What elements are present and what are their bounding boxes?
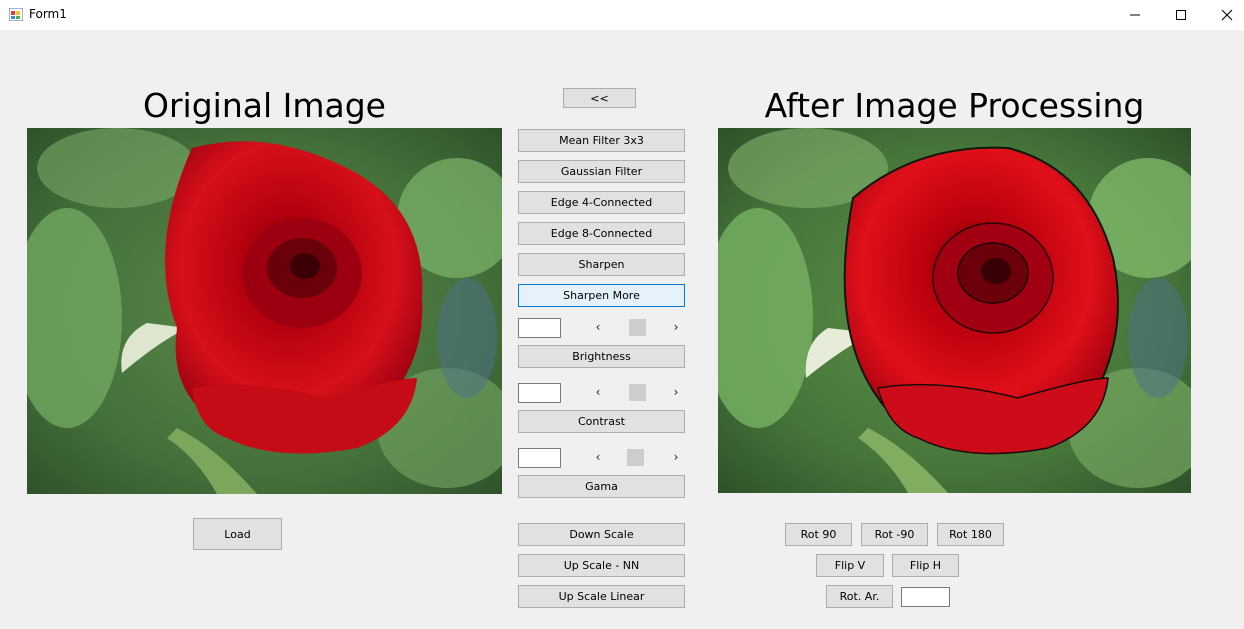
edge-4-connected-button[interactable]: Edge 4-Connected bbox=[518, 191, 685, 214]
rot-180-button[interactable]: Rot 180 bbox=[937, 523, 1004, 546]
rot-90-button[interactable]: Rot 90 bbox=[785, 523, 852, 546]
original-image bbox=[27, 128, 502, 494]
contrast-scrollbar[interactable]: ‹ › bbox=[589, 383, 685, 401]
rot-arbitrary-input[interactable] bbox=[901, 587, 950, 607]
brightness-button[interactable]: Brightness bbox=[518, 345, 685, 368]
brightness-scrollbar[interactable]: ‹ › bbox=[589, 318, 685, 336]
close-icon bbox=[1221, 9, 1233, 21]
scroll-thumb[interactable] bbox=[627, 449, 644, 466]
scroll-right-arrow-icon[interactable]: › bbox=[667, 318, 685, 336]
gaussian-filter-button[interactable]: Gaussian Filter bbox=[518, 160, 685, 183]
scroll-left-arrow-icon[interactable]: ‹ bbox=[589, 448, 607, 466]
up-scale-linear-button[interactable]: Up Scale Linear bbox=[518, 585, 685, 608]
scroll-left-arrow-icon[interactable]: ‹ bbox=[589, 318, 607, 336]
brightness-value-input[interactable] bbox=[518, 318, 561, 338]
contrast-button[interactable]: Contrast bbox=[518, 410, 685, 433]
minimize-button[interactable] bbox=[1112, 0, 1158, 30]
gama-value-input[interactable] bbox=[518, 448, 561, 468]
scroll-thumb[interactable] bbox=[629, 384, 646, 401]
scroll-right-arrow-icon[interactable]: › bbox=[667, 448, 685, 466]
sharpen-button[interactable]: Sharpen bbox=[518, 253, 685, 276]
minimize-icon bbox=[1130, 14, 1140, 16]
gama-scrollbar[interactable]: ‹ › bbox=[589, 448, 685, 466]
sharpen-more-button[interactable]: Sharpen More bbox=[518, 284, 685, 307]
load-button[interactable]: Load bbox=[193, 518, 282, 550]
flip-v-button[interactable]: Flip V bbox=[816, 554, 884, 577]
rot-arbitrary-button[interactable]: Rot. Ar. bbox=[826, 585, 893, 608]
back-button[interactable]: << bbox=[563, 88, 636, 108]
window-title: Form1 bbox=[29, 7, 67, 21]
processed-image-heading: After Image Processing bbox=[764, 86, 1145, 125]
scroll-left-arrow-icon[interactable]: ‹ bbox=[589, 383, 607, 401]
flip-h-button[interactable]: Flip H bbox=[892, 554, 959, 577]
maximize-button[interactable] bbox=[1158, 0, 1204, 30]
maximize-icon bbox=[1176, 10, 1186, 20]
scroll-right-arrow-icon[interactable]: › bbox=[667, 383, 685, 401]
rot-neg-90-button[interactable]: Rot -90 bbox=[861, 523, 928, 546]
up-scale-nn-button[interactable]: Up Scale - NN bbox=[518, 554, 685, 577]
title-bar: Form1 bbox=[0, 0, 1244, 30]
processed-image bbox=[718, 128, 1191, 493]
close-button[interactable] bbox=[1204, 0, 1244, 30]
original-image-heading: Original Image bbox=[143, 86, 386, 125]
contrast-value-input[interactable] bbox=[518, 383, 561, 403]
scroll-thumb[interactable] bbox=[629, 319, 646, 336]
gama-button[interactable]: Gama bbox=[518, 475, 685, 498]
app-icon bbox=[9, 8, 23, 21]
edge-8-connected-button[interactable]: Edge 8-Connected bbox=[518, 222, 685, 245]
down-scale-button[interactable]: Down Scale bbox=[518, 523, 685, 546]
mean-filter-button[interactable]: Mean Filter 3x3 bbox=[518, 129, 685, 152]
